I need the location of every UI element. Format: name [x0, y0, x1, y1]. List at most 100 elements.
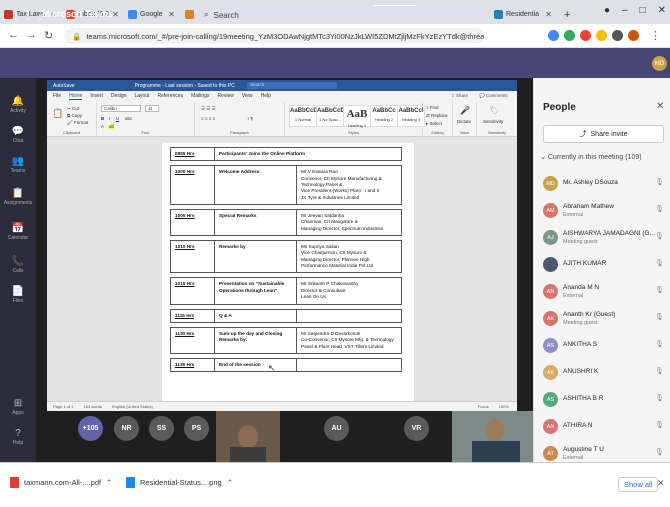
participant-tile[interactable]: +105 [78, 416, 103, 441]
app-launcher-icon[interactable]: ⋮⋮⋮ [10, 8, 46, 22]
paste-icon[interactable]: 📋 [52, 108, 63, 119]
participant-tile[interactable]: NR [114, 416, 139, 441]
close-downloads-icon[interactable]: ✕ [657, 478, 665, 489]
participant-video[interactable] [452, 411, 533, 462]
browser-tab[interactable]: Residentia ✕ [490, 5, 556, 24]
person-item[interactable]: MD Mr. Ashley DSouza 🎙 [543, 174, 669, 196]
tab-close-icon[interactable]: ✕ [112, 10, 119, 19]
show-all-button[interactable]: Show all [618, 477, 659, 492]
font-color-button[interactable]: A [101, 124, 104, 129]
rail-item[interactable]: 📄 Files [0, 286, 36, 304]
minimize-icon[interactable]: – [622, 5, 628, 16]
participant-tile[interactable]: PS [184, 416, 209, 441]
extension-icon[interactable] [548, 30, 559, 41]
sort-icon[interactable]: ↕ ¶ [247, 116, 253, 121]
word-menu-item[interactable]: References [158, 93, 184, 99]
participant-tile[interactable]: VR [404, 416, 429, 441]
person-item[interactable]: AS ANKITHA S 🎙 [543, 336, 669, 358]
microphone-icon[interactable]: 🎤 [460, 106, 470, 115]
forward-icon[interactable]: → [26, 29, 37, 41]
back-icon[interactable]: ← [8, 29, 19, 41]
rail-item[interactable]: 📅 Calendar [0, 223, 36, 241]
bold-button[interactable]: B [101, 116, 104, 121]
person-item[interactable]: AS ASHITHA B R 🎙 [543, 390, 669, 412]
rail-item[interactable]: ⊞ Apps [0, 398, 36, 416]
person-item[interactable]: AJITH KUMAR 🎙 [543, 255, 669, 277]
participant-video[interactable] [216, 411, 280, 462]
document-area[interactable]: 0955 Hrs Participants' Joins the Online P… [47, 143, 517, 401]
person-item[interactable]: AJ AISHWARYA JAMADAGNI (G... Meeting guest… [543, 228, 669, 250]
reload-icon[interactable]: ↻ [44, 29, 53, 42]
participant-tile[interactable]: SS [149, 416, 174, 441]
style-option[interactable]: AaBbCc Heading 2 [370, 105, 398, 127]
word-menu-item[interactable]: Help [261, 93, 271, 99]
person-item[interactable]: AK Ananth Kr (Guest) Meeting guest 🎙 [543, 309, 669, 331]
more-options-icon[interactable]: ··· [600, 8, 610, 19]
bullets-icon[interactable]: ☰ ☰ ☰ [201, 106, 216, 112]
word-search-input[interactable]: Search [247, 82, 337, 89]
participant-tile[interactable]: AU [324, 416, 349, 441]
word-menu-item[interactable]: Home [69, 93, 83, 100]
close-icon[interactable]: ✕ [658, 5, 666, 16]
close-panel-icon[interactable]: ✕ [656, 101, 664, 112]
cut-button[interactable]: ✂ Cut [67, 106, 79, 112]
style-option[interactable]: AaB Heading 1 [343, 105, 371, 128]
person-item[interactable]: AK ANUSHRI K 🎙 [543, 363, 669, 385]
font-select[interactable]: Calibri [101, 105, 141, 112]
replace-button[interactable]: ⇄ Replace [426, 113, 448, 119]
word-menu-item[interactable]: Review [217, 93, 233, 99]
select-button[interactable]: ▸ Select [426, 121, 442, 127]
person-item[interactable]: AN Ananda M N External 🎙 [543, 282, 669, 304]
underline-button[interactable]: U [116, 116, 119, 121]
font-size-select[interactable]: 11 [145, 105, 159, 112]
profile-avatar-icon[interactable] [628, 30, 639, 41]
zoom-level[interactable]: 100% [499, 404, 509, 409]
sensitivity-icon[interactable]: 🏷 [489, 106, 499, 115]
share-invite-button[interactable]: ⤴ Share invite [543, 125, 664, 143]
comments-button[interactable]: 💬 Comments [479, 93, 508, 99]
word-menu-item[interactable]: Design [111, 93, 127, 99]
rail-item[interactable]: 📋 Assignments [0, 188, 36, 206]
style-option[interactable]: AaBbCcDc 1 Normal [289, 105, 321, 127]
maximize-icon[interactable]: □ [640, 5, 646, 16]
focus-button[interactable]: Focus [478, 404, 489, 409]
align-icon[interactable]: ≡ ≡ ≡ ≡ [201, 116, 215, 121]
strikethrough-button[interactable]: abc [125, 116, 132, 121]
word-menu-item[interactable]: View [242, 93, 253, 99]
user-avatar[interactable]: MD [652, 56, 667, 71]
word-menu-item[interactable]: Insert [90, 93, 103, 99]
person-item[interactable]: AM Abraham Mathew External 🎙 [543, 201, 669, 223]
menu-icon[interactable]: ⋮ [650, 29, 661, 42]
chevron-up-icon[interactable]: ⌃ [106, 478, 112, 487]
format-painter-button[interactable]: 🖌 Format [67, 120, 88, 126]
new-tab-icon[interactable]: + [560, 5, 574, 24]
tab-close-icon[interactable]: ✕ [168, 10, 175, 19]
search-input[interactable]: ⌕ Search [196, 6, 488, 24]
style-option[interactable]: AaBbCcDc 1 No Spac... [316, 105, 348, 127]
word-menu-item[interactable]: Layout [135, 93, 150, 99]
word-menu-item[interactable]: File [53, 93, 61, 99]
extension-icon[interactable] [564, 30, 575, 41]
rail-item[interactable]: 🔔 Activity [0, 96, 36, 114]
word-menu-item[interactable]: Mailings [191, 93, 209, 99]
rail-item[interactable]: ? Help [0, 428, 36, 446]
download-item[interactable]: taxmann.com-All-....pdf ⌃ [10, 477, 112, 488]
person-item[interactable]: AN ATHIRA N 🎙 [543, 417, 669, 439]
chevron-up-icon[interactable]: ⌃ [227, 478, 233, 487]
extension-icon[interactable] [612, 30, 623, 41]
italic-button[interactable]: I [109, 116, 110, 121]
extension-icon[interactable] [580, 30, 591, 41]
share-button[interactable]: ⇪ Share [451, 93, 468, 99]
tab-close-icon[interactable]: ✕ [545, 10, 552, 19]
url-input[interactable]: 🔒 teams.microsoft.com/_#/pre-join-callin… [64, 28, 484, 44]
browser-tab[interactable]: Google ✕ [124, 5, 179, 24]
download-item[interactable]: Residential-Status....png ⌃ [126, 477, 233, 488]
in-meeting-section[interactable]: ⌄ Currently in this meeting (109) [540, 153, 642, 161]
style-option[interactable]: AaBbCcl Heading 3 [397, 105, 425, 127]
extension-icon[interactable] [596, 30, 607, 41]
copy-button[interactable]: ⧉ Copy [67, 113, 82, 118]
rail-item[interactable]: 💬 Chat [0, 126, 36, 144]
rail-item[interactable]: 👥 Teams [0, 156, 36, 174]
dictate-button[interactable]: Dictate [457, 119, 471, 124]
highlight-button[interactable]: ab [109, 124, 115, 129]
